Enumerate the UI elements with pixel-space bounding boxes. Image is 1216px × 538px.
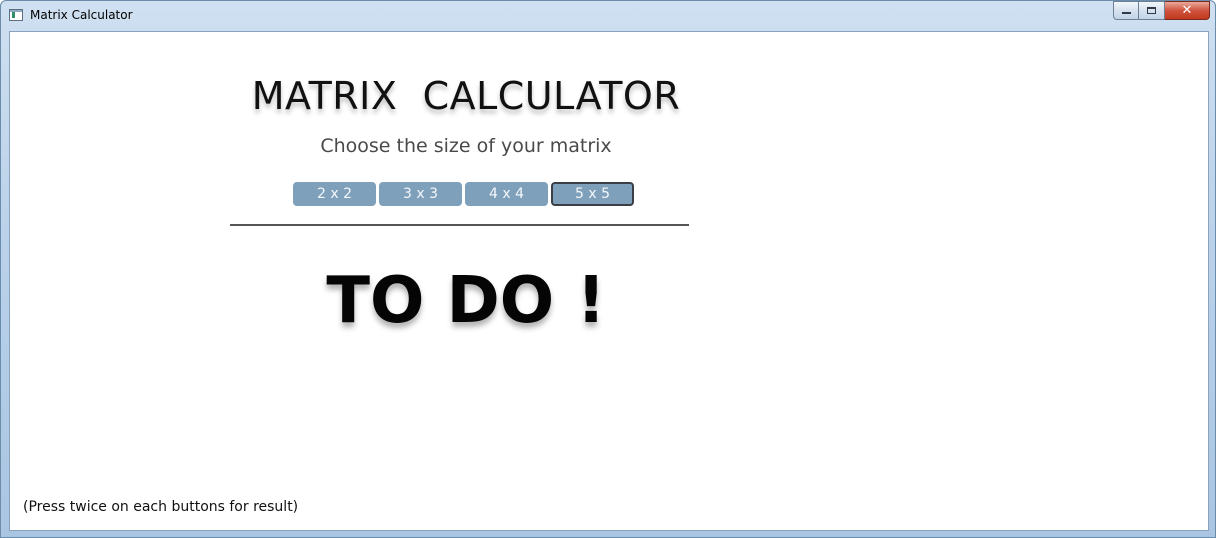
size-button-5x5[interactable]: 5 x 5 bbox=[551, 182, 634, 206]
size-button-2x2[interactable]: 2 x 2 bbox=[293, 182, 376, 206]
maximize-button[interactable] bbox=[1139, 1, 1165, 20]
title-bar[interactable]: Matrix Calculator ✕ bbox=[1, 1, 1216, 30]
matrix-size-selector: 2 x 2 3 x 3 4 x 4 5 x 5 bbox=[293, 182, 634, 206]
minimize-button[interactable] bbox=[1113, 1, 1139, 20]
divider bbox=[230, 224, 689, 226]
page-subtitle: Choose the size of your matrix bbox=[320, 135, 612, 157]
size-button-3x3[interactable]: 3 x 3 bbox=[379, 182, 462, 206]
result-text: TO DO ! bbox=[326, 264, 606, 338]
close-button[interactable]: ✕ bbox=[1165, 1, 1210, 20]
close-icon: ✕ bbox=[1181, 3, 1193, 18]
size-button-4x4[interactable]: 4 x 4 bbox=[465, 182, 548, 206]
window-controls: ✕ bbox=[1113, 1, 1210, 20]
hint-text: (Press twice on each buttons for result) bbox=[23, 499, 299, 515]
page-title: MATRIX CALCULATOR bbox=[251, 74, 681, 118]
window-title: Matrix Calculator bbox=[30, 8, 133, 22]
client-area: MATRIX CALCULATOR Choose the size of you… bbox=[9, 31, 1209, 531]
maximize-icon bbox=[1147, 7, 1156, 14]
app-icon bbox=[9, 9, 23, 21]
minimize-icon bbox=[1122, 12, 1131, 14]
app-window: Matrix Calculator ✕ MATRIX CALCULATOR Ch… bbox=[0, 0, 1216, 538]
